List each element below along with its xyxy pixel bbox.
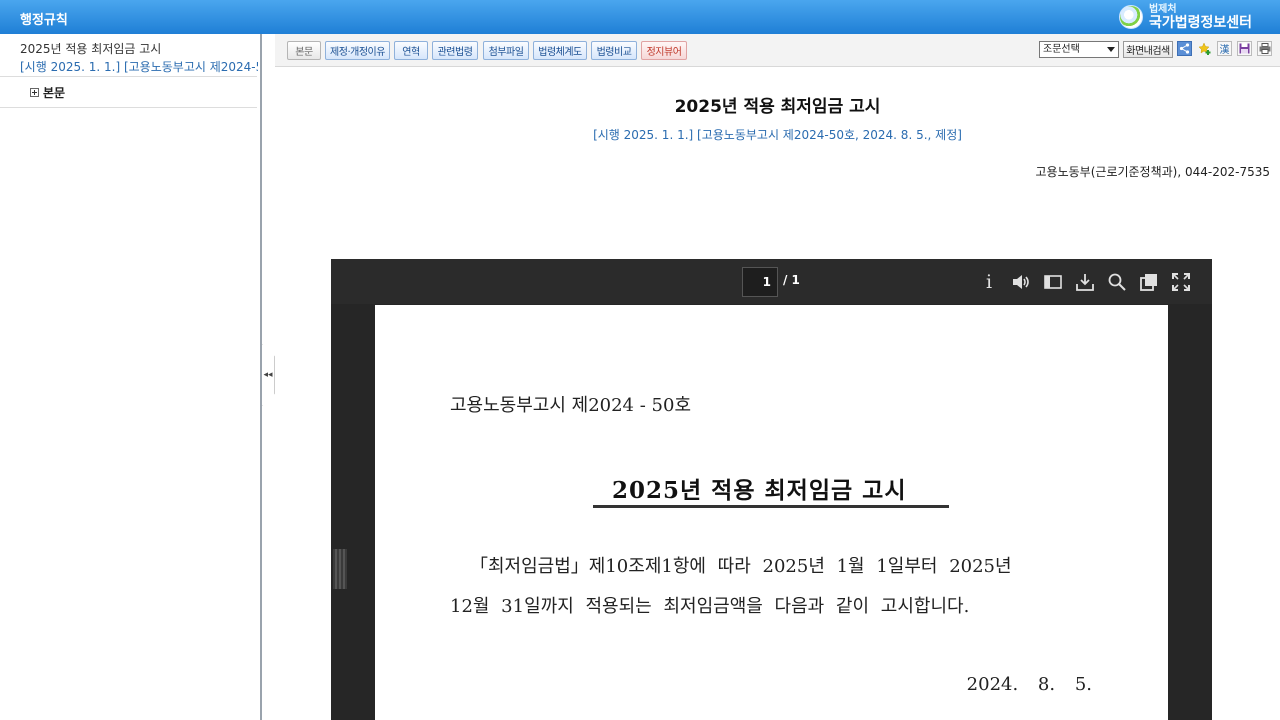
- stop-viewer-button[interactable]: 정지뷰어: [641, 41, 687, 60]
- attachments-button[interactable]: 첨부파일: [483, 41, 529, 60]
- divider: [0, 76, 257, 77]
- share-icon[interactable]: [1177, 41, 1192, 56]
- left-panel-title: 2025년 적용 최저임금 고시: [20, 42, 162, 56]
- logo-small-text: 법제처: [1148, 3, 1177, 15]
- divider: [0, 107, 257, 108]
- article-select[interactable]: 조문선택: [1039, 41, 1119, 58]
- department-contact: 고용노동부(근로기준정책과), 044-202-7535: [1035, 165, 1270, 179]
- body-button[interactable]: 본문: [287, 41, 321, 60]
- pdf-toolbar: 1 / 1 i: [331, 259, 1212, 304]
- tree-item-body[interactable]: 본문: [30, 84, 65, 101]
- hanja-icon[interactable]: 漢: [1217, 41, 1232, 56]
- article-select-value: 조문선택: [1043, 44, 1080, 55]
- document-subtitle: [시행 2025. 1. 1.] [고용노동부고시 제2024-50호, 202…: [593, 128, 962, 142]
- expand-icon[interactable]: [30, 88, 39, 97]
- in-page-search-button[interactable]: 화면내검색: [1123, 41, 1173, 58]
- related-laws-button[interactable]: 관련법령: [432, 41, 478, 60]
- logo-big-text: 국가법령정보센터: [1148, 14, 1252, 31]
- law-compare-button[interactable]: 법령비교: [591, 41, 637, 60]
- page-total: / 1: [783, 273, 800, 287]
- info-icon[interactable]: i: [978, 271, 1000, 293]
- download-icon[interactable]: [1074, 271, 1096, 293]
- speaker-icon[interactable]: [1010, 271, 1032, 293]
- body-text-line-1: 「최저임금법」제10조제1항에 따라 2025년 1월 1일부터 2025년: [470, 556, 1012, 577]
- title-underline: [593, 505, 949, 508]
- site-logo[interactable]: 법제처 국가법령정보센터: [1118, 3, 1252, 31]
- print-icon[interactable]: [1257, 41, 1272, 56]
- panel-splitter[interactable]: [260, 34, 262, 720]
- chevron-down-icon: [1107, 47, 1115, 52]
- collapse-panel-button[interactable]: ◂◂: [262, 344, 275, 406]
- toolbar: 본문 제정·개정이유 연혁 관련법령 첨부파일 법령체계도 법령비교 정지뷰어 …: [275, 34, 1280, 67]
- pdf-page: 고용노동부고시 제2024 - 50호 2025년 적용 최저임금 고시 「최저…: [375, 305, 1168, 720]
- pdf-viewer: 1 / 1 i 고용노동부고시 제2024 - 50호 2025년 적용 최저임…: [331, 259, 1212, 720]
- tree-item-label: 본문: [43, 86, 66, 100]
- history-button[interactable]: 연혁: [394, 41, 428, 60]
- top-header: 행정규칙 법제처 국가법령정보센터: [0, 0, 1280, 34]
- law-hierarchy-button[interactable]: 법령체계도: [533, 41, 587, 60]
- document-title: 2025년 적용 최저임금 고시: [674, 97, 881, 117]
- favorite-icon[interactable]: [1197, 41, 1212, 56]
- search-icon[interactable]: [1106, 271, 1128, 293]
- left-panel-subtitle-link[interactable]: [시행 2025. 1. 1.] [고용노동부고시 제2024-50호: [20, 58, 258, 75]
- double-chevron-left-icon: ◂◂: [263, 370, 273, 380]
- fullscreen-icon[interactable]: [1170, 271, 1192, 293]
- sidebar-toggle-icon[interactable]: [1042, 271, 1064, 293]
- body-text-line-2: 12월 31일까지 적용되는 최저임금액을 다음과 같이 고시합니다.: [450, 596, 970, 617]
- logo-icon: [1118, 5, 1143, 29]
- notice-number: 고용노동부고시 제2024 - 50호: [450, 395, 691, 416]
- left-panel: 2025년 적용 최저임금 고시 [시행 2025. 1. 1.] [고용노동부…: [0, 34, 260, 720]
- scroll-grip-handle[interactable]: [333, 549, 347, 589]
- pdf-title: 2025년 적용 최저임금 고시: [612, 477, 907, 504]
- save-icon[interactable]: [1237, 41, 1252, 56]
- page-number-input[interactable]: 1: [742, 267, 778, 297]
- notice-date: 2024. 8. 5.: [966, 674, 1092, 695]
- copy-icon[interactable]: [1138, 271, 1160, 293]
- header-title: 행정규칙: [20, 13, 68, 28]
- amendment-reason-button[interactable]: 제정·개정이유: [325, 41, 390, 60]
